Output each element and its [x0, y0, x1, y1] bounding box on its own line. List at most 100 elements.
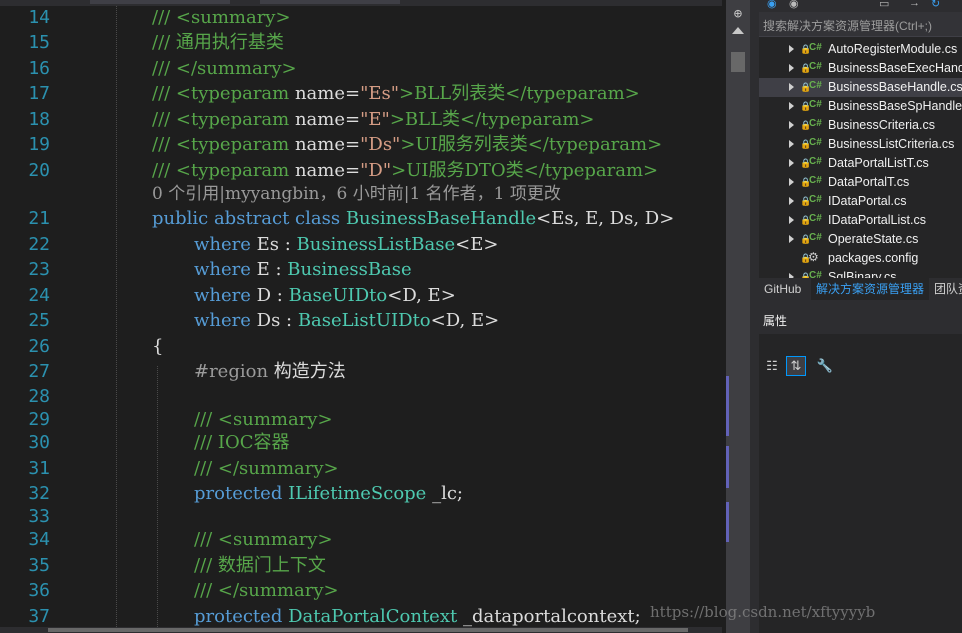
- line-number: 28: [28, 386, 50, 407]
- solution-item[interactable]: 🔒 C# AutoRegisterModule.cs: [759, 40, 962, 59]
- tab-team-explorer[interactable]: 团队资源管理器: [929, 278, 962, 300]
- categorized-icon[interactable]: ☷: [763, 357, 781, 375]
- code-editor[interactable]: 14 15 16 17 18 19 20 21 22 23 24 25 26 27 28 29 30 31 32 33…: [0, 6, 722, 627]
- solution-item-label: OperateState.cs: [828, 232, 919, 246]
- csharp-file-icon: C#: [809, 80, 822, 91]
- properties-title: 属性: [763, 314, 788, 328]
- code-line[interactable]: where D : BaseUIDto<D, E>: [194, 283, 456, 308]
- scroll-up-icon[interactable]: [732, 27, 744, 34]
- line-number: 26: [28, 336, 50, 357]
- solution-item-label: packages.config: [828, 251, 919, 265]
- expand-arrow-icon[interactable]: [789, 45, 794, 53]
- code-token: public abstract class: [152, 208, 346, 229]
- solution-item-label: SqlBinary.cs: [828, 270, 897, 278]
- solution-item[interactable]: 🔒C#BusinessBaseSpHandle.cs: [759, 97, 962, 116]
- solution-item[interactable]: 🔒 C# IDataPortalList.cs: [759, 211, 962, 230]
- solution-item[interactable]: 🔒 C# DataPortalListT.cs: [759, 154, 962, 173]
- horizontal-scroll-thumb[interactable]: [48, 628, 688, 632]
- code-line[interactable]: /// IOC容器: [194, 430, 290, 455]
- expand-arrow-icon[interactable]: [789, 64, 794, 72]
- solution-item-label: BusinessBaseHandle.cs: [828, 80, 962, 94]
- code-token: <Es, E, Ds, D>: [536, 208, 675, 229]
- solution-item[interactable]: 🔒C#BusinessBaseExecHandle.cs: [759, 59, 962, 78]
- expand-arrow-icon[interactable]: [789, 178, 794, 186]
- solution-item[interactable]: 🔒 ⚙ packages.config: [759, 249, 962, 268]
- tab-github[interactable]: GitHub: [759, 278, 806, 300]
- expand-arrow-icon[interactable]: [789, 216, 794, 224]
- code-line[interactable]: /// <typeparam name="D">UI服务DTO类</typepa…: [152, 158, 658, 183]
- csharp-file-icon: C#: [809, 99, 822, 110]
- line-number: 36: [28, 580, 50, 601]
- expand-arrow-icon[interactable]: [789, 83, 794, 91]
- editor-tab[interactable]: [90, 0, 230, 4]
- code-line[interactable]: /// </summary>: [194, 578, 339, 603]
- line-number: 35: [28, 555, 50, 576]
- solution-item[interactable]: 🔒 C# BusinessListCriteria.cs: [759, 135, 962, 154]
- code-line[interactable]: /// <typeparam name="E">BLL类</typeparam>: [152, 107, 595, 132]
- code-token: /// 通用执行基类: [152, 32, 284, 53]
- code-token: /// 数据门上下文: [194, 555, 326, 576]
- pending-changes-icon[interactable]: ▭: [879, 0, 889, 10]
- code-token: #region: [194, 361, 274, 382]
- csharp-file-icon: C#: [809, 42, 822, 53]
- code-token: /// <typeparam: [152, 109, 295, 130]
- solution-item[interactable]: 🔒 C# SqlBinary.cs: [759, 268, 962, 278]
- panel-splitter[interactable]: [750, 0, 759, 633]
- expand-arrow-icon[interactable]: [789, 102, 794, 110]
- codelens-info[interactable]: 0 个引用|myyangbin，6 小时前|1 名作者，1 项更改: [152, 183, 561, 205]
- code-line[interactable]: /// <typeparam name="Ds">UI服务列表类</typepa…: [152, 132, 662, 157]
- code-line[interactable]: public abstract class BusinessBaseHandle…: [152, 206, 674, 231]
- code-token: Es :: [256, 234, 297, 255]
- expand-arrow-icon[interactable]: [789, 121, 794, 129]
- code-line[interactable]: where Es : BusinessListBase<E>: [194, 232, 498, 257]
- code-line[interactable]: where E : BusinessBase: [194, 257, 412, 282]
- code-line[interactable]: /// <summary>: [152, 6, 291, 30]
- sync-icon[interactable]: →: [909, 0, 920, 9]
- code-line[interactable]: protected DataPortalContext _dataportalc…: [194, 604, 641, 627]
- csharp-file-icon: C#: [809, 61, 822, 72]
- solution-item[interactable]: 🔒 C# IDataPortal.cs: [759, 192, 962, 211]
- code-line[interactable]: /// </summary>: [194, 456, 339, 481]
- line-number: 33: [28, 506, 50, 527]
- expand-arrow-icon[interactable]: [789, 140, 794, 148]
- code-line[interactable]: /// </summary>: [152, 56, 297, 81]
- code-token: /// <summary>: [194, 529, 333, 550]
- code-line[interactable]: /// <summary>: [194, 527, 333, 552]
- forward-icon[interactable]: ◉: [789, 0, 799, 10]
- code-line[interactable]: /// <summary>: [194, 407, 333, 432]
- solution-item[interactable]: 🔒 C# BusinessCriteria.cs: [759, 116, 962, 135]
- vertical-scrollbar[interactable]: ⊕: [726, 0, 750, 633]
- expand-arrow-icon[interactable]: [789, 159, 794, 167]
- split-window-icon[interactable]: ⊕: [730, 6, 746, 22]
- line-number: 25: [28, 310, 50, 331]
- tab-solution-explorer[interactable]: 解决方案资源管理器: [811, 278, 930, 300]
- solution-item[interactable]: 🔒 C# DataPortalT.cs: [759, 173, 962, 192]
- code-token: 构造方法: [273, 361, 346, 382]
- code-line[interactable]: where Ds : BaseListUIDto<D, E>: [194, 308, 499, 333]
- code-line[interactable]: protected ILifetimeScope _lc;: [194, 481, 463, 506]
- code-line[interactable]: /// <typeparam name="Es">BLL列表类</typepar…: [152, 81, 640, 106]
- vertical-scroll-thumb[interactable]: [731, 52, 745, 72]
- code-line[interactable]: /// 数据门上下文: [194, 553, 326, 578]
- code-line[interactable]: #region 构造方法: [194, 359, 346, 384]
- horizontal-scrollbar[interactable]: [0, 627, 722, 633]
- code-token: where: [194, 310, 257, 331]
- code-token: protected: [194, 606, 289, 627]
- refresh-icon[interactable]: ↻: [931, 0, 940, 10]
- back-icon[interactable]: ◉: [767, 0, 777, 10]
- alphabetical-icon[interactable]: ⇅: [786, 356, 806, 376]
- code-token: BaseUIDto: [288, 285, 388, 306]
- code-line[interactable]: {: [152, 334, 163, 359]
- code-token: name=: [294, 134, 361, 155]
- solution-item[interactable]: 🔒 C# BusinessBaseHandle.cs: [759, 78, 962, 97]
- expand-arrow-icon[interactable]: [789, 197, 794, 205]
- expand-arrow-icon[interactable]: [789, 235, 794, 243]
- solution-search-input[interactable]: 搜索解决方案资源管理器(Ctrl+;): [759, 12, 962, 37]
- code-token: >UI服务列表类</typeparam>: [400, 134, 663, 155]
- code-token: D :: [256, 285, 289, 306]
- code-line[interactable]: /// 通用执行基类: [152, 30, 284, 55]
- editor-tab[interactable]: [260, 0, 400, 4]
- property-pages-icon[interactable]: 🔧: [816, 357, 834, 375]
- solution-item[interactable]: 🔒 C# OperateState.cs: [759, 230, 962, 249]
- csharp-file-icon: C#: [809, 232, 822, 243]
